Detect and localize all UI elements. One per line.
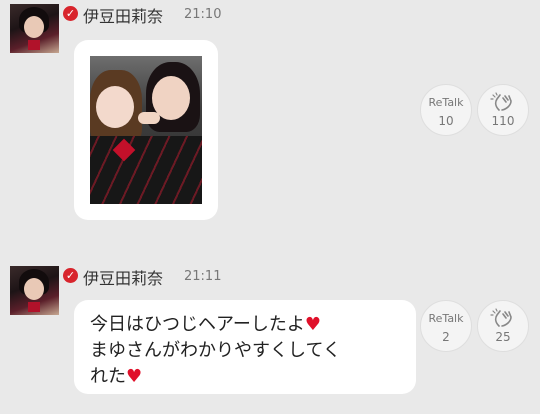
heart-icon: ♥ [126,366,143,387]
clap-count: 25 [495,330,511,344]
photo-face [96,86,134,128]
message-time: 21:10 [184,7,222,22]
avatar[interactable] [10,266,59,315]
posted-photo[interactable] [90,56,202,204]
message-line: 今日はひつじヘアーしたよ [90,314,305,335]
message-line: れた [90,366,126,387]
retalk-button[interactable]: ReTalk 10 [420,84,472,136]
clap-hands-icon [490,92,512,111]
retalk-count: 2 [442,330,450,344]
message-text[interactable]: 今日はひつじヘアーしたよ♥ まゆさんがわかりやすくしてく れた♥ [90,312,410,390]
text-bubble[interactable]: 今日はひつじヘアーしたよ♥ まゆさんがわかりやすくしてく れた♥ [74,300,416,394]
avatar-face [24,278,44,300]
photo-hand [138,112,160,124]
retalk-label: ReTalk [428,96,464,109]
retalk-button[interactable]: ReTalk 2 [420,300,472,352]
user-name[interactable]: 伊豆田莉奈 [83,3,163,27]
clap-button[interactable]: 25 [477,300,529,352]
avatar-collar [28,40,40,50]
retalk-label: ReTalk [428,312,464,325]
photo-uniform [90,136,202,204]
avatar-collar [28,302,40,312]
clap-button[interactable]: 110 [477,84,529,136]
message-time: 21:11 [184,269,222,284]
avatar[interactable] [10,4,59,53]
photo-bubble[interactable] [74,40,218,220]
verified-check-icon: ✓ [63,6,78,21]
verified-check-icon: ✓ [63,268,78,283]
avatar-face [24,16,44,38]
clap-hands-icon [490,308,512,327]
user-name[interactable]: 伊豆田莉奈 [83,265,163,289]
message-line: まゆさんがわかりやすくしてく [90,340,341,361]
retalk-count: 10 [438,114,454,128]
heart-icon: ♥ [304,314,322,335]
clap-count: 110 [491,114,515,128]
